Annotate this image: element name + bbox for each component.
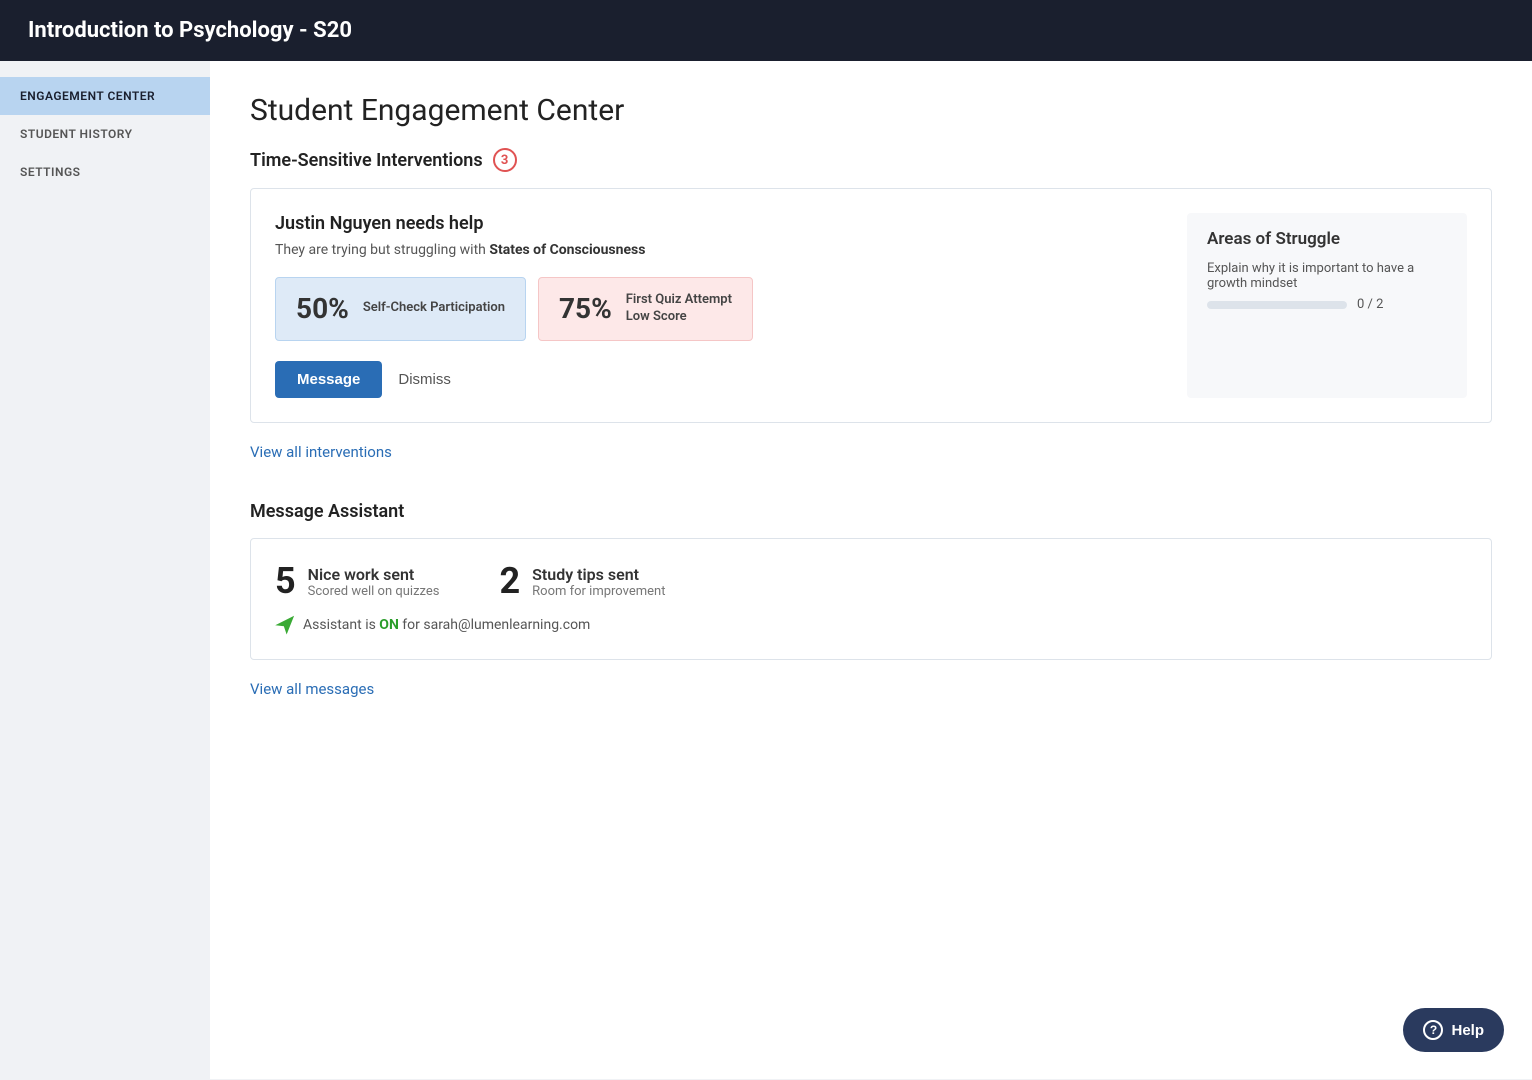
stat-self-check: 50% Self-Check Participation (275, 277, 526, 341)
stat-blue-percent: 50% (296, 292, 349, 325)
sidebar-item-student-history[interactable]: STUDENT HISTORY (0, 115, 210, 153)
message-button[interactable]: Message (275, 361, 382, 398)
student-description: They are trying but struggling with Stat… (275, 240, 1147, 261)
stat-pink-label: First Quiz Attempt Low Score (626, 292, 732, 326)
intervention-card: Justin Nguyen needs help They are trying… (250, 188, 1492, 423)
nice-work-text: Nice work sent Scored well on quizzes (308, 563, 440, 599)
message-assistant-card: 5 Nice work sent Scored well on quizzes … (250, 538, 1492, 660)
help-icon: ? (1423, 1020, 1443, 1040)
stat-pink-percent: 75% (559, 292, 612, 325)
app-header: Introduction to Psychology - S20 (0, 0, 1532, 61)
interventions-section: Time-Sensitive Interventions 3 Justin Ng… (250, 148, 1492, 493)
sidebar: ENGAGEMENT CENTER STUDENT HISTORY SETTIN… (0, 61, 210, 1079)
app-title: Introduction to Psychology - S20 (28, 18, 352, 43)
action-row: Message Dismiss (275, 361, 1147, 398)
sidebar-item-settings[interactable]: SETTINGS (0, 153, 210, 191)
intervention-left: Justin Nguyen needs help They are trying… (275, 213, 1147, 398)
study-tips-sub: Room for improvement (532, 584, 665, 599)
help-button[interactable]: ? Help (1403, 1008, 1504, 1052)
areas-of-struggle: Areas of Struggle Explain why it is impo… (1187, 213, 1467, 398)
stat-quiz-attempt: 75% First Quiz Attempt Low Score (538, 277, 753, 341)
help-label: Help (1451, 1022, 1484, 1039)
message-assistant-title: Message Assistant (250, 501, 1492, 522)
view-all-messages-link[interactable]: View all messages (250, 680, 374, 698)
plane-icon (275, 615, 295, 635)
stats-row: 50% Self-Check Participation 75% First Q… (275, 277, 1147, 341)
dismiss-button[interactable]: Dismiss (398, 371, 451, 388)
nice-work-sub: Scored well on quizzes (308, 584, 440, 599)
main-content: Student Engagement Center Time-Sensitive… (210, 61, 1532, 1079)
sidebar-item-engagement-center[interactable]: ENGAGEMENT CENTER (0, 77, 210, 115)
interventions-section-title: Time-Sensitive Interventions 3 (250, 148, 1492, 172)
stat-blue-label: Self-Check Participation (363, 300, 505, 317)
message-assistant-section: Message Assistant 5 Nice work sent Score… (250, 501, 1492, 730)
areas-title: Areas of Struggle (1207, 229, 1447, 249)
nice-work-title: Nice work sent (308, 565, 440, 584)
study-tips-title: Study tips sent (532, 565, 665, 584)
progress-row: 0 / 2 (1207, 297, 1447, 312)
nice-work-count: 5 (275, 563, 296, 599)
interventions-badge: 3 (493, 148, 517, 172)
student-name: Justin Nguyen needs help (275, 213, 1147, 234)
assistant-on-badge: ON (379, 617, 399, 633)
area-item-label: Explain why it is important to have a gr… (1207, 261, 1447, 291)
study-tips-text: Study tips sent Room for improvement (532, 563, 665, 599)
nice-work-stat: 5 Nice work sent Scored well on quizzes (275, 563, 439, 599)
study-tips-count: 2 (499, 563, 520, 599)
message-stats-row: 5 Nice work sent Scored well on quizzes … (275, 563, 1467, 599)
assistant-status-row: Assistant is ON for sarah@lumenlearning.… (275, 615, 1467, 635)
page-title: Student Engagement Center (250, 93, 1492, 128)
study-tips-stat: 2 Study tips sent Room for improvement (499, 563, 665, 599)
struggle-topic: States of Consciousness (489, 242, 645, 258)
progress-text: 0 / 2 (1357, 297, 1383, 312)
view-all-interventions-link[interactable]: View all interventions (250, 443, 392, 461)
progress-bar-bg (1207, 301, 1347, 309)
